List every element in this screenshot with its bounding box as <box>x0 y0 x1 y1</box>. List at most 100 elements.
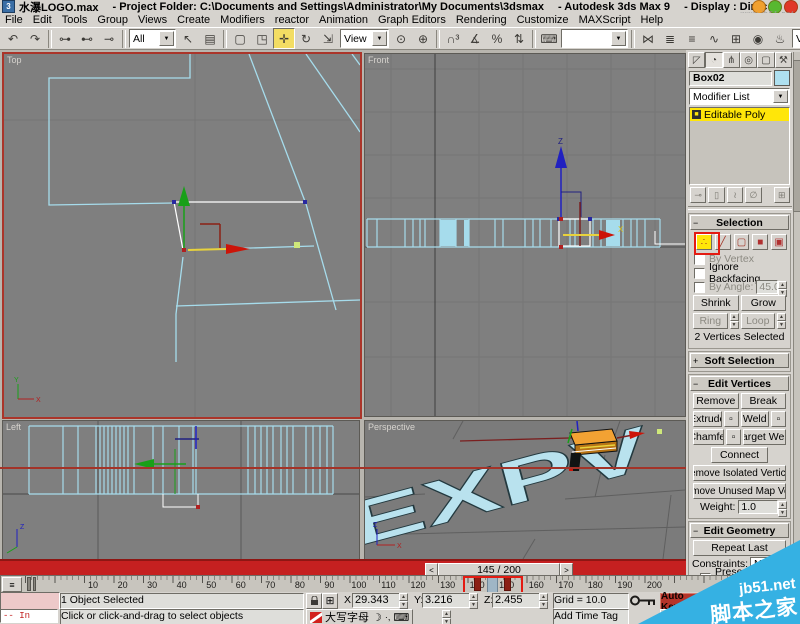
angle-snap-toggle-button[interactable]: ∡ <box>464 28 486 49</box>
polygon-mode-icon[interactable]: ■ <box>752 234 768 250</box>
snaps-toggle-button[interactable]: ∩³ <box>442 28 464 49</box>
select-and-scale-button[interactable]: ⇲ <box>317 28 339 49</box>
vertex-mode-icon[interactable]: ∴ <box>696 234 712 250</box>
remove-button[interactable]: Remove <box>693 393 739 409</box>
chamfer-settings-button[interactable]: ▫ <box>726 429 741 445</box>
ime-caps-label[interactable]: 大写字母 <box>325 609 369 624</box>
soft-selection-header[interactable]: + Soft Selection <box>690 353 789 368</box>
maxscript-mini-listener-macro[interactable] <box>0 592 60 610</box>
select-by-name-button[interactable]: ▤ <box>199 28 221 49</box>
remove-isolated-vertices-button[interactable]: Remove Isolated Vertices <box>693 465 786 481</box>
layer-manager-button[interactable]: ≡ <box>681 28 703 49</box>
modifier-list-dropdown[interactable]: Modifier List ▼ <box>689 88 790 105</box>
weight-field[interactable]: 1.0 <box>738 500 778 514</box>
y-spinner[interactable]: ▲▼ <box>469 593 478 606</box>
title-bar[interactable]: 3 水瀑LOGO.max - Project Folder: C:\Docume… <box>0 0 800 13</box>
x-spinner[interactable]: ▲▼ <box>399 593 408 606</box>
chamfer-button[interactable]: Chamfer <box>693 429 724 445</box>
spinner-snap-toggle-button[interactable]: ⇅ <box>508 28 530 49</box>
menu-edit[interactable]: Edit <box>28 14 57 27</box>
object-color-swatch[interactable] <box>774 70 790 86</box>
configure-modifier-sets-button[interactable]: ⊞ <box>774 187 790 203</box>
tab-hierarchy[interactable]: ⋔ <box>723 52 740 68</box>
menu-modifiers[interactable]: Modifiers <box>215 14 270 27</box>
tab-utilities[interactable]: ⚒ <box>775 52 792 68</box>
z-spinner[interactable]: ▲▼ <box>539 593 548 606</box>
by-angle-spinner[interactable]: ▲▼ <box>778 281 787 294</box>
extrude-settings-button[interactable]: ▫ <box>724 411 739 427</box>
maxscript-mini-listener[interactable]: -- In line: <box>0 609 58 623</box>
viewport-perspective[interactable]: Perspective EXPV <box>364 420 686 560</box>
menu-reactor[interactable]: reactor <box>270 14 314 27</box>
render-setup-button[interactable]: ♨ <box>769 28 791 49</box>
edit-vertices-header[interactable]: − Edit Vertices <box>690 376 789 391</box>
render-type-dropdown[interactable]: View▼ <box>792 29 800 48</box>
menu-maxscript[interactable]: MAXScript <box>574 14 636 27</box>
modifier-stack[interactable]: ■ Editable Poly <box>689 107 790 185</box>
viewport-front-label[interactable]: Front <box>368 55 389 65</box>
schematic-view-button[interactable]: ⊞ <box>725 28 747 49</box>
add-time-tag-field[interactable]: Add Time Tag <box>553 609 629 624</box>
element-mode-icon[interactable]: ▣ <box>771 234 787 250</box>
loop-spinner[interactable]: ▲▼ <box>777 313 786 326</box>
viewport-left-label[interactable]: Left <box>6 422 21 432</box>
by-vertex-checkbox[interactable] <box>694 254 705 265</box>
punctuation-icon[interactable]: ·, <box>385 612 391 622</box>
weight-spinner[interactable]: ▲▼ <box>778 501 787 514</box>
by-angle-checkbox[interactable] <box>694 282 705 293</box>
named-selection-sets-dropdown[interactable]: ▼ <box>561 29 628 48</box>
edit-geometry-header[interactable]: − Edit Geometry <box>690 523 789 538</box>
material-editor-button[interactable]: ◉ <box>747 28 769 49</box>
modifier-stack-item[interactable]: ■ Editable Poly <box>690 108 789 121</box>
viewport-perspective-canvas[interactable]: EXPV <box>365 421 685 559</box>
panel-scrollbar-thumb[interactable] <box>793 60 800 212</box>
keyboard-icon[interactable]: ⌨ <box>393 611 409 624</box>
selection-filter-dropdown[interactable]: All▼ <box>129 29 176 48</box>
viewport-front-canvas[interactable]: Z X <box>365 54 685 416</box>
menu-help[interactable]: Help <box>636 14 669 27</box>
selection-lock-icon[interactable] <box>306 593 322 609</box>
mirror-button[interactable]: ⋈ <box>637 28 659 49</box>
select-object-button[interactable]: ↖ <box>177 28 199 49</box>
rectangular-selection-region-button[interactable]: ▢ <box>229 28 251 49</box>
by-angle-field[interactable]: 45.0 <box>756 280 778 294</box>
redo-button[interactable]: ↷ <box>24 28 46 49</box>
border-mode-icon[interactable]: ▢ <box>734 234 750 250</box>
viewport-top-canvas[interactable]: Y X <box>4 54 360 417</box>
extrude-button[interactable]: Extrude <box>693 411 722 427</box>
x-coordinate-field[interactable]: 29.343 <box>352 593 402 608</box>
viewport-left-canvas[interactable]: Z <box>3 421 359 559</box>
ring-spinner[interactable]: ▲▼ <box>730 313 739 326</box>
remove-modifier-button[interactable]: ∅ <box>745 187 761 203</box>
bind-to-space-warp-button[interactable]: ⊸ <box>98 28 120 49</box>
window-crossing-toggle[interactable]: ◳ <box>251 28 273 49</box>
loop-button[interactable]: Loop <box>741 313 776 329</box>
z-coordinate-field[interactable]: 2.455 <box>492 593 542 608</box>
shrink-button[interactable]: Shrink <box>693 295 739 311</box>
y-coordinate-field[interactable]: 3.216 <box>422 593 472 608</box>
grow-button[interactable]: Grow <box>741 295 787 311</box>
select-and-link-button[interactable]: ⊶ <box>54 28 76 49</box>
menu-group[interactable]: Group <box>92 14 133 27</box>
chevron-down-icon[interactable]: ▼ <box>159 31 174 46</box>
track-bar-ruler[interactable]: 1020304050607080901001101201301401501601… <box>25 576 761 592</box>
open-mini-curve-editor-button[interactable]: ≡ <box>2 577 22 592</box>
show-end-result-button[interactable]: ▯ <box>708 187 724 203</box>
object-name-field[interactable]: Box02 <box>689 71 772 86</box>
selection-rollout-header[interactable]: − Selection <box>690 215 789 230</box>
undo-button[interactable]: ↶ <box>2 28 24 49</box>
tab-motion[interactable]: ◎ <box>740 52 757 68</box>
reference-coordinate-system-dropdown[interactable]: View▼ <box>340 29 389 48</box>
pin-stack-button[interactable]: ⊸ <box>690 187 706 203</box>
select-and-move-button[interactable]: ✛ <box>273 28 295 49</box>
viewport-perspective-label[interactable]: Perspective <box>368 422 415 432</box>
unlink-selection-button[interactable]: ⊷ <box>76 28 98 49</box>
connect-button[interactable]: Connect <box>711 447 768 463</box>
target-weld-button[interactable]: Target Weld <box>743 429 786 445</box>
app-icon[interactable]: 3 <box>2 0 15 13</box>
keyboard-shortcut-override-button[interactable]: ⌨ <box>538 28 560 49</box>
use-pivot-point-center-button[interactable]: ⊙ <box>390 28 412 49</box>
percent-snap-toggle-button[interactable]: % <box>486 28 508 49</box>
curve-editor-button[interactable]: ∿ <box>703 28 725 49</box>
ime-toolbar[interactable]: 大写字母 ☽ ·, ⌨ <box>306 609 413 624</box>
